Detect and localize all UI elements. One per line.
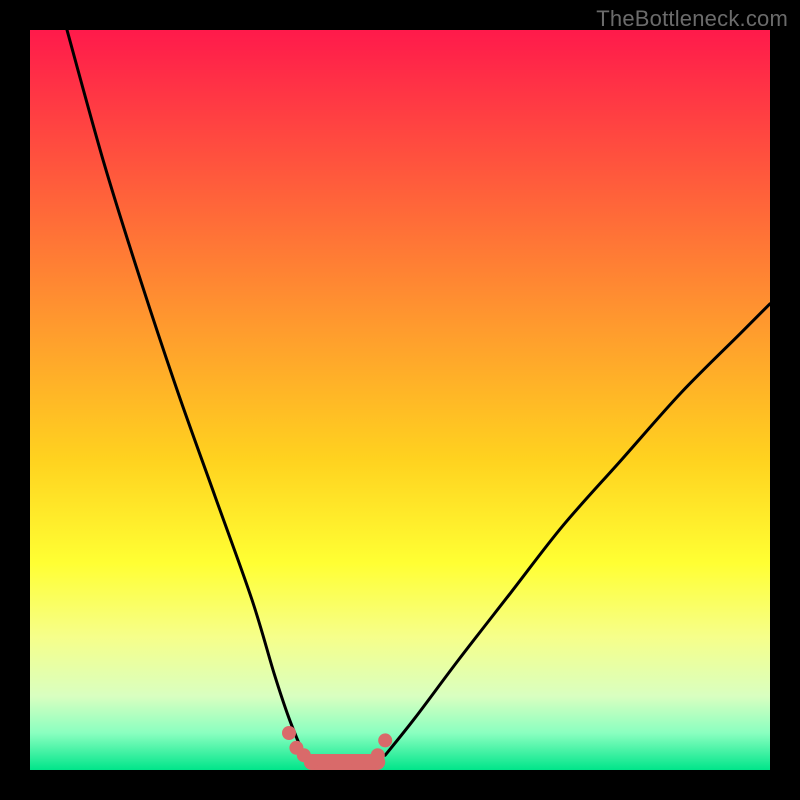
left-curve bbox=[67, 30, 304, 755]
chart-frame: TheBottleneck.com bbox=[0, 0, 800, 800]
plot-area bbox=[30, 30, 770, 770]
shoulder-marker bbox=[282, 726, 296, 740]
shoulder-marker bbox=[304, 756, 318, 770]
shoulder-marker bbox=[378, 733, 392, 747]
right-curve bbox=[385, 304, 770, 755]
watermark-text: TheBottleneck.com bbox=[596, 6, 788, 32]
shoulder-marker bbox=[371, 748, 385, 762]
chart-curves bbox=[30, 30, 770, 770]
